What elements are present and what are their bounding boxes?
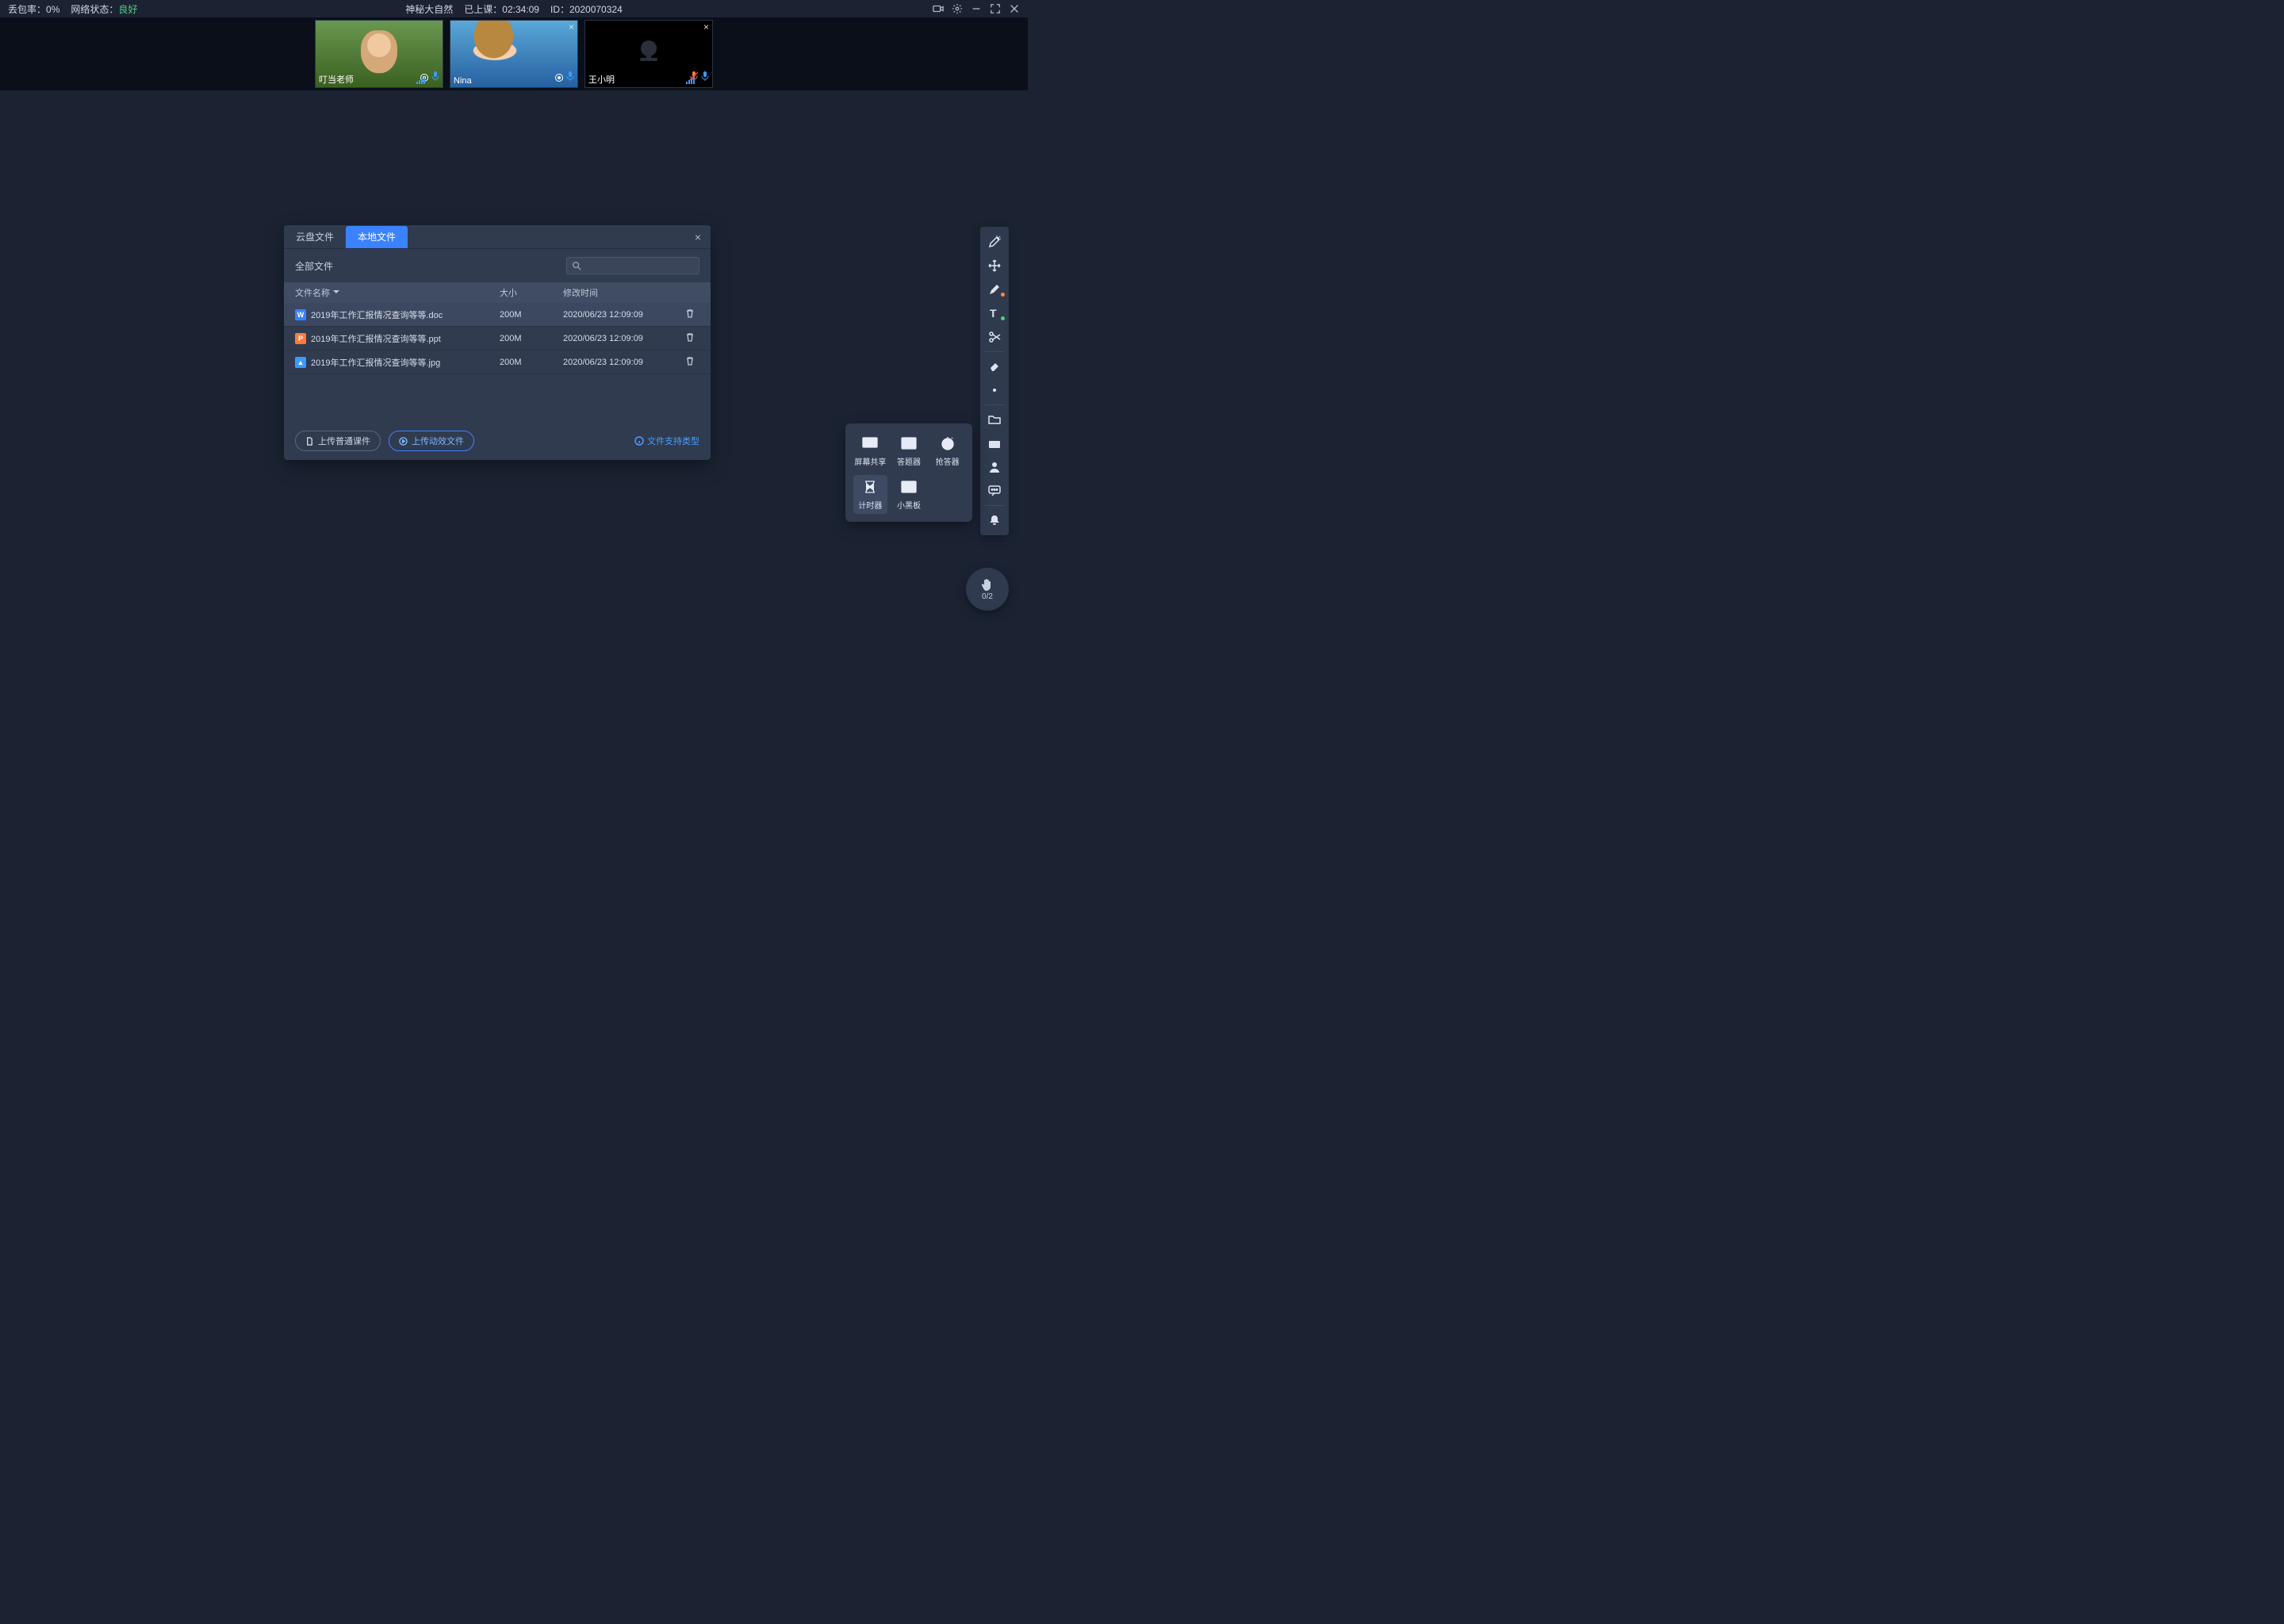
file-name: 2019年工作汇报情况查询等等.jpg [311, 356, 440, 369]
delete-icon[interactable] [685, 358, 695, 368]
tool-answer[interactable]: AB✓ 答题器 [892, 431, 926, 470]
tools-popup: 屏幕共享 AB✓ 答题器 抢答器 计时器 2+3 小黑板 [845, 423, 972, 522]
room-id: ID：2020070324 [550, 2, 623, 16]
tile-close-icon[interactable]: × [703, 22, 709, 32]
col-mtime[interactable]: 修改时间 [563, 286, 680, 299]
file-name: 2019年工作汇报情况查询等等.doc [311, 308, 443, 321]
folder-tool[interactable] [983, 408, 1006, 431]
svg-text:2+3: 2+3 [904, 484, 915, 491]
video-tile[interactable]: × Nina [450, 20, 578, 88]
dialog-close-icon[interactable]: × [685, 231, 711, 243]
delete-icon[interactable] [685, 311, 695, 320]
table-row[interactable]: P 2019年工作汇报情况查询等等.ppt 200M 2020/06/23 12:… [284, 327, 711, 350]
video-strip: 叮当老师 × Nina × 王小明 [0, 17, 1028, 90]
eraser-tool[interactable] [983, 354, 1006, 378]
ppt-icon: P [295, 333, 306, 344]
file-mtime: 2020/06/23 12:09:09 [563, 358, 680, 367]
minimize-icon[interactable] [971, 3, 982, 14]
audio-level-icon [686, 77, 695, 84]
video-tile[interactable]: × 王小明 [584, 20, 713, 88]
upload-normal-button[interactable]: 上传普通课件 [295, 431, 381, 451]
raise-hand-button[interactable]: 0/2 [966, 568, 1009, 611]
tab-cloud-files[interactable]: 云盘文件 [284, 226, 346, 248]
file-mtime: 2020/06/23 12:09:09 [563, 310, 680, 320]
file-size: 200M [500, 310, 563, 320]
tool-responder[interactable]: 抢答器 [930, 431, 964, 470]
table-body: W 2019年工作汇报情况查询等等.doc 200M 2020/06/23 12:… [284, 303, 711, 374]
table-row[interactable]: ▲ 2019年工作汇报情况查询等等.jpg 200M 2020/06/23 12:… [284, 350, 711, 374]
delete-icon[interactable] [685, 335, 695, 344]
record-icon[interactable] [933, 3, 944, 14]
tile-close-icon[interactable]: × [569, 22, 574, 32]
tool-timer[interactable]: 计时器 [853, 475, 887, 514]
mic-icon [701, 71, 709, 85]
search-icon [572, 261, 581, 270]
laser-pointer-tool[interactable] [983, 230, 1006, 254]
file-size: 200M [500, 334, 563, 343]
tool-blackboard[interactable]: 2+3 小黑板 [892, 475, 926, 514]
move-tool[interactable] [983, 254, 1006, 278]
col-name[interactable]: 文件名称 [295, 286, 330, 299]
participant-name: 王小明 [588, 73, 615, 86]
file-size: 200M [500, 358, 563, 367]
packet-loss: 丢包率：0% [8, 2, 59, 16]
doc-icon: W [295, 309, 306, 320]
svg-text:✓: ✓ [910, 444, 913, 448]
text-tool[interactable]: T [983, 301, 1006, 325]
file-mtime: 2020/06/23 12:09:09 [563, 334, 680, 343]
svg-text:A: A [903, 439, 906, 443]
svg-text:B: B [910, 439, 913, 443]
person-tool[interactable] [983, 455, 1006, 479]
file-name: 2019年工作汇报情况查询等等.ppt [311, 332, 441, 345]
close-icon[interactable] [1009, 3, 1020, 14]
bell-tool[interactable] [983, 508, 1006, 532]
chat-tool[interactable] [983, 479, 1006, 503]
settings-icon[interactable] [952, 3, 963, 14]
hand-count: 0/2 [982, 592, 993, 601]
elapsed-time: 已上课：02:34:09 [464, 2, 539, 16]
right-toolbar: T [980, 227, 1009, 535]
search-input[interactable] [566, 257, 699, 274]
audio-level-icon [416, 77, 425, 84]
toolbox-tool[interactable] [983, 431, 1006, 455]
dialog-tabs: 云盘文件 本地文件 × [284, 225, 711, 249]
table-row[interactable]: W 2019年工作汇报情况查询等等.doc 200M 2020/06/23 12:… [284, 303, 711, 327]
fullscreen-icon[interactable] [990, 3, 1001, 14]
image-icon: ▲ [295, 357, 306, 368]
table-header: 文件名称 大小 修改时间 [284, 282, 711, 303]
mic-icon [431, 71, 439, 85]
file-dialog: 云盘文件 本地文件 × 全部文件 文件名称 大小 修改时间 W 2019年工作汇报… [284, 225, 711, 460]
tab-local-files[interactable]: 本地文件 [346, 226, 408, 248]
rec-indicator-icon [555, 74, 563, 82]
sort-desc-icon[interactable] [333, 288, 339, 297]
hand-icon [980, 577, 994, 592]
top-status-bar: 丢包率：0% 网络状态：良好 神秘大自然 已上课：02:34:09 ID：202… [0, 0, 1028, 17]
col-size[interactable]: 大小 [500, 286, 563, 299]
upload-dynamic-button[interactable]: 上传动效文件 [389, 431, 474, 451]
pen-tool[interactable] [983, 278, 1006, 301]
dot-tool[interactable] [983, 378, 1006, 402]
filter-label[interactable]: 全部文件 [295, 259, 333, 273]
video-tile[interactable]: 叮当老师 [315, 20, 443, 88]
supported-types-link[interactable]: 文件支持类型 [634, 435, 699, 447]
network-status: 网络状态：良好 [71, 2, 137, 16]
tool-screen-share[interactable]: 屏幕共享 [853, 431, 887, 470]
participant-name: Nina [454, 76, 472, 86]
mic-icon [566, 71, 574, 85]
svg-text:T: T [990, 307, 997, 320]
room-title: 神秘大自然 [405, 2, 453, 16]
participant-name: 叮当老师 [319, 73, 354, 86]
scissors-tool[interactable] [983, 325, 1006, 349]
